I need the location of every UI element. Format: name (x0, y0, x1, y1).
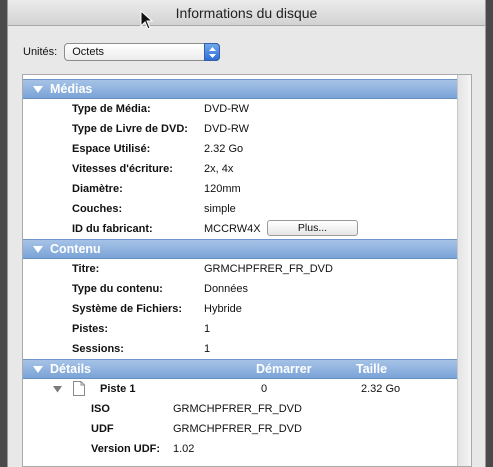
row-value: 1 (204, 323, 211, 335)
section-title: Médias (50, 82, 93, 96)
info-row: Sessions: 1 (23, 339, 471, 359)
row-label: Type de Média: (72, 103, 151, 115)
info-row: Titre: GRMCHPFRER_FR_DVD (23, 259, 471, 279)
row-label: Version UDF: (91, 443, 161, 455)
track-start: 0 (261, 383, 268, 395)
row-label: Type de Livre de DVD: (72, 123, 188, 135)
track-size: 2.32 Go (361, 383, 401, 395)
row-value: Données (204, 283, 249, 295)
row-label: Sessions: (72, 343, 124, 355)
row-value: GRMCHPFRER_FR_DVD (173, 403, 302, 415)
disclosure-triangle-icon[interactable] (53, 386, 62, 393)
info-row: Type de Média: DVD-RW (23, 99, 471, 119)
row-value: 120mm (204, 183, 241, 195)
disclosure-triangle-icon[interactable] (33, 86, 43, 94)
units-label: Unités: (23, 46, 58, 58)
disclosure-triangle-icon[interactable] (33, 366, 43, 374)
row-value: 2.32 Go (204, 143, 244, 155)
window-title: Informations du disque (175, 5, 318, 21)
row-label: UDF (91, 423, 114, 435)
detail-row: UDF GRMCHPFRER_FR_DVD (23, 419, 471, 439)
more-button[interactable]: Plus... (267, 220, 358, 236)
detail-row: Version UDF: 1.02 (23, 439, 471, 459)
row-label: Espace Utilisé: (72, 143, 151, 155)
row-value: DVD-RW (204, 103, 250, 115)
mouse-pointer-icon (140, 10, 154, 30)
info-row: ID du fabricant: MCCRW4X Plus... (23, 219, 471, 239)
row-label: ID du fabricant: (72, 223, 153, 235)
row-value: simple (204, 203, 236, 215)
row-value: GRMCHPFRER_FR_DVD (204, 263, 333, 275)
info-row: Type de Livre de DVD: DVD-RW (23, 119, 471, 139)
row-value: DVD-RW (204, 123, 250, 135)
section-header-details[interactable]: Détails Démarrer Taille (23, 359, 471, 379)
units-row: Unités: Octets (23, 42, 221, 62)
section-header-medias[interactable]: Médias (23, 79, 471, 99)
detail-row: ISO GRMCHPFRER_FR_DVD (23, 399, 471, 419)
document-icon (73, 381, 85, 396)
info-row: Vitesses d'écriture: 2x, 4x (23, 159, 471, 179)
units-select[interactable]: Octets (64, 43, 221, 61)
row-label: Vitesses d'écriture: (72, 163, 173, 175)
row-label: Type du contenu: (72, 283, 163, 295)
section-title: Contenu (50, 242, 101, 256)
info-row: Pistes: 1 (23, 319, 471, 339)
info-row: Couches: simple (23, 199, 471, 219)
row-label: ISO (91, 403, 110, 415)
row-value: GRMCHPFRER_FR_DVD (173, 423, 302, 435)
title-bar[interactable]: Informations du disque (8, 0, 485, 26)
info-row: Système de Fichiers: Hybride (23, 299, 471, 319)
column-header-start[interactable]: Démarrer (256, 360, 312, 378)
row-value: 1.02 (173, 443, 195, 455)
row-value: 1 (204, 343, 211, 355)
column-header-size[interactable]: Taille (356, 360, 387, 378)
info-panel: Médias Type de Média: DVD-RW Type de Liv… (22, 74, 472, 467)
track-row[interactable]: Piste 1 0 2.32 Go (23, 379, 471, 399)
track-name: Piste 1 (100, 383, 136, 395)
up-down-arrows-icon[interactable] (204, 43, 221, 61)
info-row: Espace Utilisé: 2.32 Go (23, 139, 471, 159)
row-value: Hybride (204, 303, 242, 315)
disk-info-window: Informations du disque Unités: Octets Mé… (7, 0, 486, 467)
units-select-value: Octets (72, 46, 105, 58)
info-row: Type du contenu: Données (23, 279, 471, 299)
row-label: Diamètre: (72, 183, 123, 195)
section-header-contenu[interactable]: Contenu (23, 239, 471, 259)
info-row: Diamètre: 120mm (23, 179, 471, 199)
section-title: Détails (50, 362, 91, 376)
vertical-scrollbar[interactable] (457, 75, 471, 466)
row-value: 2x, 4x (204, 163, 234, 175)
row-label: Pistes: (72, 323, 109, 335)
row-label: Couches: (72, 203, 123, 215)
row-label: Système de Fichiers: (72, 303, 183, 315)
row-label: Titre: (72, 263, 100, 275)
disclosure-triangle-icon[interactable] (33, 246, 43, 254)
row-value: MCCRW4X (204, 223, 261, 235)
